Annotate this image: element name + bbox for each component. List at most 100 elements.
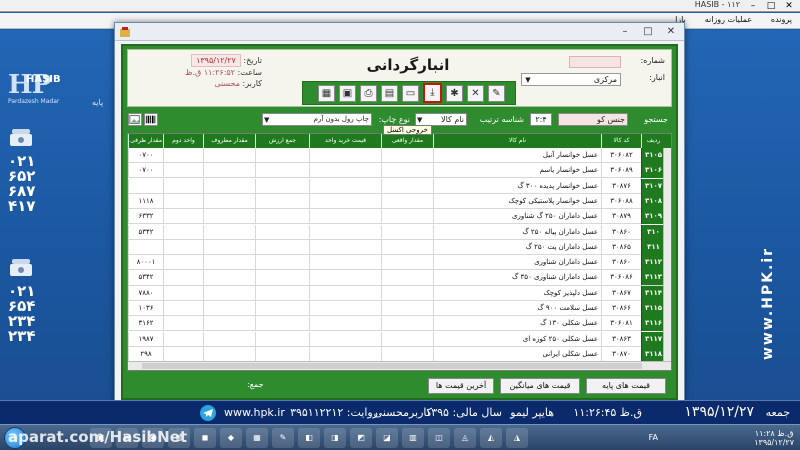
dialog-close-icon[interactable]: ✕ [660,24,682,39]
table-row[interactable]: ۳۱۰۷ ۳۰۸۷۶ عسل خوانسار پدیده ۳۰۰ گ [128,178,671,194]
column-header[interactable]: نام کالا [433,134,601,148]
empty-cell[interactable] [309,301,381,316]
empty-cell[interactable] [381,316,433,332]
empty-cell[interactable] [381,209,433,225]
empty-cell[interactable] [381,239,433,255]
minimize-icon[interactable]: – [744,0,762,12]
empty-cell[interactable] [255,178,309,194]
table-row[interactable]: ۳۱۰۸ ۳۰۶۰۸۸ عسل خوانسار پلاستیکی کوچک ۱۱۱۸ [128,193,671,210]
empty-cell[interactable] [203,224,255,240]
empty-cell[interactable] [163,301,203,316]
empty-cell[interactable] [309,316,381,332]
excel-export-button[interactable]: ⤓ [423,83,442,103]
empty-cell[interactable] [163,178,203,194]
empty-cell[interactable] [163,316,203,332]
document-button[interactable]: ▤ [381,85,398,102]
empty-cell[interactable] [309,178,381,194]
language-indicator[interactable]: FA [649,433,658,442]
empty-cell[interactable] [163,163,203,179]
store-select[interactable]: مرکزی ▼ [521,73,621,86]
list-button[interactable]: ▦ [318,85,335,102]
table-row[interactable]: ۳۱۱۷ ۳۰۸۶۳ عسل شکلی ۲۵۰ کوزه ای ۱۹۸۷ [128,331,671,347]
empty-cell[interactable] [309,285,381,301]
taskbar-app-16[interactable]: ◭ [480,428,502,448]
empty-cell[interactable] [255,224,309,240]
empty-cell[interactable] [255,331,309,347]
empty-cell[interactable] [381,270,433,286]
dialog-minimize-icon[interactable]: – [614,24,636,39]
empty-cell[interactable] [203,178,255,194]
delete-button[interactable]: ✕ [467,85,484,102]
empty-cell[interactable] [255,270,309,286]
table-row[interactable]: ۳۱۱۳ ۳۰۶۰۸۶ عسل داماران شناوری ۳۵۰ گ ۵۳۴۲ [128,270,671,286]
empty-cell[interactable] [381,224,433,240]
empty-cell[interactable] [309,193,381,209]
empty-cell[interactable] [163,331,203,347]
column-header[interactable]: مقدار ظرفی [128,134,163,148]
barcode-button[interactable] [144,113,158,126]
empty-cell[interactable] [203,331,255,347]
menu-item-daily-ops[interactable]: عملیات روزانه [697,13,760,26]
taskbar-app-10[interactable]: ◨ [324,428,346,448]
empty-cell[interactable] [163,255,203,271]
column-header[interactable]: ردیف [641,134,665,148]
print-type-select[interactable]: چاپ رول بدون آرم ▼ [262,113,372,126]
empty-cell[interactable] [203,163,255,179]
table-row[interactable]: ۳۱۱۸ ۳۰۸۷۰ عسل شکلی ایرانی ۲۹۸ [128,346,671,363]
empty-cell[interactable] [163,193,203,209]
column-header[interactable]: مقدار واقعی [381,134,433,148]
empty-cell[interactable] [163,270,203,286]
table-row[interactable]: ۳۱۰۵ ۳۰۶۰۸۲ عسل خوانسار آنیل ۰۷۰۰ [128,148,671,164]
empty-cell[interactable] [255,209,309,225]
empty-cell[interactable] [309,148,381,163]
empty-cell[interactable] [255,148,309,163]
taskbar-app-12[interactable]: ◪ [376,428,398,448]
empty-cell[interactable] [203,316,255,332]
empty-cell[interactable] [203,270,255,286]
empty-cell[interactable] [255,346,309,362]
empty-cell[interactable] [381,178,433,194]
empty-cell[interactable] [309,255,381,271]
taskbar-app-6[interactable]: ◆ [220,428,242,448]
empty-cell[interactable] [255,163,309,179]
image-button[interactable] [128,113,142,126]
empty-cell[interactable] [203,239,255,255]
empty-cell[interactable] [163,239,203,255]
empty-cell[interactable] [203,346,255,362]
taskbar-app-14[interactable]: ◫ [428,428,450,448]
table-row[interactable]: ۳۱۰ ۳۰۸۶۰ عسل داماران پیاله ۲۵۰ گ ۵۳۴۲ [128,224,671,240]
empty-cell[interactable] [203,209,255,225]
column-header[interactable]: کد کالا [601,134,641,148]
empty-cell[interactable] [203,255,255,271]
print-button[interactable]: ⎙ [360,85,377,102]
taskbar-app-13[interactable]: ▥ [402,428,424,448]
empty-cell[interactable] [381,163,433,179]
empty-cell[interactable] [255,255,309,271]
empty-cell[interactable] [255,285,309,301]
empty-cell[interactable] [381,331,433,347]
column-header[interactable]: جمع ارزش [255,134,309,148]
empty-cell[interactable] [309,224,381,240]
taskbar-clock[interactable]: ۱۱:۲۸ ق.ظ ۱۳۹۵/۱۲/۲۷ [754,429,794,447]
close-icon[interactable]: ✕ [780,0,798,12]
empty-cell[interactable] [255,301,309,316]
empty-cell[interactable] [163,346,203,362]
number-input[interactable] [569,56,621,68]
empty-cell[interactable] [309,346,381,362]
column-header[interactable]: مقدار مظروف [203,134,255,148]
edit-button[interactable]: ✎ [488,85,505,102]
empty-cell[interactable] [255,193,309,209]
empty-cell[interactable] [203,148,255,163]
taskbar-app-5[interactable]: ◼ [194,428,216,448]
vertical-scrollbar[interactable] [663,148,671,370]
empty-cell[interactable] [381,301,433,316]
bug-button[interactable]: ✱ [446,85,463,102]
save-button[interactable]: ▣ [339,85,356,102]
new-doc-button[interactable]: ▭ [402,85,419,102]
scroll-thumb[interactable] [142,363,642,369]
average-prices-button[interactable]: قیمت های میانگین [500,378,580,394]
table-row[interactable]: ۳۱۱۲ ۳۰۸۶۰ عسل داماران شناوری ۸۰۰۰۱ [128,255,671,271]
empty-cell[interactable] [381,193,433,209]
table-row[interactable]: ۳۱۱۵ ۳۰۸۶۶ عسل سلامت ۹۰۰ گ ۱۰۳۶ [128,301,671,317]
empty-cell[interactable] [381,346,433,362]
